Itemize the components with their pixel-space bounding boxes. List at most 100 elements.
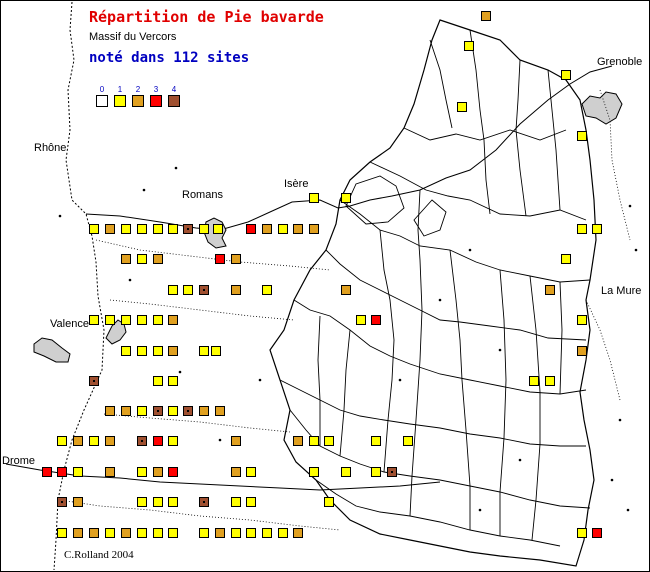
- legend-swatch-0: [96, 95, 108, 107]
- site-marker: [153, 346, 163, 356]
- site-marker: [481, 11, 491, 21]
- site-marker: [215, 528, 225, 538]
- map-subtitle: Massif du Vercors: [89, 31, 177, 43]
- site-marker: [231, 497, 241, 507]
- site-marker: [57, 528, 67, 538]
- legend-swatch-2: [132, 95, 144, 107]
- site-marker: [231, 436, 241, 446]
- site-marker: [153, 436, 163, 446]
- site-marker: [121, 406, 131, 416]
- site-marker: [592, 224, 602, 234]
- site-marker: [577, 131, 587, 141]
- site-marker: [231, 254, 241, 264]
- site-marker: [324, 497, 334, 507]
- site-marker: [246, 497, 256, 507]
- site-marker: [168, 285, 178, 295]
- site-marker: [105, 528, 115, 538]
- legend-label-0: 0: [99, 85, 105, 94]
- place-valence: Valence: [50, 318, 89, 330]
- site-marker: [371, 467, 381, 477]
- site-marker-dot: [187, 228, 189, 230]
- site-marker: [105, 467, 115, 477]
- site-marker: [545, 285, 555, 295]
- site-marker: [278, 528, 288, 538]
- site-marker-dot: [203, 501, 205, 503]
- lake-valence: [33, 337, 71, 363]
- site-marker: [309, 193, 319, 203]
- legend-item-0: 0: [94, 86, 110, 107]
- site-marker: [168, 528, 178, 538]
- site-marker: [577, 346, 587, 356]
- site-marker: [137, 497, 147, 507]
- site-marker: [403, 436, 413, 446]
- site-marker: [309, 436, 319, 446]
- site-marker: [215, 406, 225, 416]
- site-marker: [457, 102, 467, 112]
- site-marker: [121, 315, 131, 325]
- site-marker: [73, 528, 83, 538]
- place-grenoble: Grenoble: [597, 56, 643, 68]
- roads: [59, 89, 631, 531]
- site-marker: [153, 376, 163, 386]
- site-marker: [262, 528, 272, 538]
- site-marker-dot: [93, 380, 95, 382]
- commune-boundaries: [279, 29, 591, 547]
- site-marker: [211, 346, 221, 356]
- site-marker: [199, 346, 209, 356]
- legend-item-3: 3: [148, 86, 164, 107]
- site-marker: [293, 528, 303, 538]
- site-marker: [137, 406, 147, 416]
- place-drome: Drome: [2, 455, 36, 467]
- site-marker: [89, 528, 99, 538]
- site-marker: [168, 346, 178, 356]
- site-marker: [199, 528, 209, 538]
- site-marker: [121, 224, 131, 234]
- site-marker: [153, 224, 163, 234]
- place-rhone: Rhône: [34, 142, 67, 154]
- site-marker: [89, 224, 99, 234]
- site-marker: [341, 467, 351, 477]
- legend-swatch-1: [114, 95, 126, 107]
- site-marker: [121, 254, 131, 264]
- site-marker: [356, 315, 366, 325]
- site-marker: [592, 528, 602, 538]
- site-marker: [168, 224, 178, 234]
- legend-item-2: 2: [130, 86, 146, 107]
- site-marker: [57, 436, 67, 446]
- site-marker: [73, 497, 83, 507]
- site-count-text: noté dans 112 sites: [89, 50, 250, 66]
- lake-grenoble: [581, 91, 623, 125]
- site-marker: [105, 406, 115, 416]
- site-marker: [293, 436, 303, 446]
- site-marker: [121, 528, 131, 538]
- site-marker: [168, 467, 178, 477]
- site-marker: [89, 315, 99, 325]
- site-marker: [199, 224, 209, 234]
- site-marker: [529, 376, 539, 386]
- legend-label-1: 1: [117, 85, 123, 94]
- legend-swatch-4: [168, 95, 180, 107]
- site-marker: [215, 254, 225, 264]
- site-marker: [231, 467, 241, 477]
- site-marker: [324, 436, 334, 446]
- site-marker: [213, 224, 223, 234]
- site-marker: [371, 436, 381, 446]
- site-marker: [464, 41, 474, 51]
- legend-label-3: 3: [153, 85, 159, 94]
- site-marker: [246, 467, 256, 477]
- site-marker: [105, 436, 115, 446]
- place-romans: Romans: [182, 189, 223, 201]
- site-marker: [168, 436, 178, 446]
- site-marker: [545, 376, 555, 386]
- site-marker: [577, 528, 587, 538]
- site-marker: [231, 528, 241, 538]
- site-marker: [153, 467, 163, 477]
- site-marker-dot: [141, 440, 143, 442]
- site-marker: [341, 193, 351, 203]
- site-marker: [137, 467, 147, 477]
- site-marker: [262, 285, 272, 295]
- legend-swatch-3: [150, 95, 162, 107]
- site-marker: [278, 224, 288, 234]
- site-marker-dot: [157, 410, 159, 412]
- site-marker: [42, 467, 52, 477]
